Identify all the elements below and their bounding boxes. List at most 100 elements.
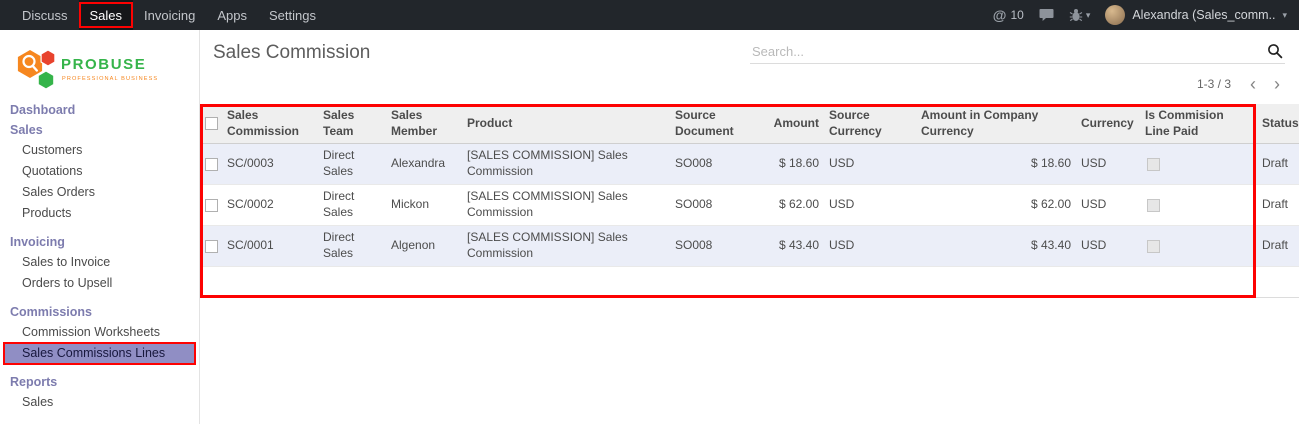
probuse-logo: PROBUSE PROFESSIONAL BUSINESS — [0, 30, 199, 96]
cell-status: Draft — [1250, 144, 1299, 184]
cell-sales-team: Direct Sales — [318, 144, 386, 184]
cell-amount: $ 18.60 — [768, 144, 824, 184]
sidebar-heading-sales[interactable]: Sales — [0, 120, 199, 140]
table-row[interactable]: SC/0001 Direct Sales Algenon [SALES COMM… — [200, 226, 1299, 267]
search-icon[interactable] — [1261, 41, 1285, 62]
cell-sales-commission: SC/0001 — [222, 226, 318, 266]
cell-source-document: SO008 — [670, 226, 768, 266]
cell-amount: $ 62.00 — [768, 185, 824, 225]
main-content: Sales Commission 1-3 / 3 ‹ › Sales Commi… — [200, 30, 1299, 424]
cell-sales-member: Algenon — [386, 226, 462, 266]
cell-source-document: SO008 — [670, 144, 768, 184]
col-source-currency[interactable]: Source Currency — [824, 104, 916, 143]
is-paid-checkbox — [1147, 199, 1160, 212]
bug-icon — [1069, 8, 1083, 22]
pager-previous-button[interactable]: ‹ — [1241, 74, 1265, 94]
col-currency[interactable]: Currency — [1076, 104, 1140, 143]
user-name: Alexandra (Sales_comm.. — [1132, 8, 1275, 22]
col-sales-team[interactable]: Sales Team — [318, 104, 386, 143]
menu-sales[interactable]: Sales — [79, 0, 134, 30]
row-select-checkbox[interactable] — [205, 240, 218, 253]
table-row[interactable]: SC/0002 Direct Sales Mickon [SALES COMMI… — [200, 185, 1299, 226]
cell-sales-member: Mickon — [386, 185, 462, 225]
logo-title: PROBUSE — [61, 56, 146, 73]
table-row[interactable]: SC/0003 Direct Sales Alexandra [SALES CO… — [200, 144, 1299, 185]
cell-source-document: SO008 — [670, 185, 768, 225]
app-menu-bar: Discuss Sales Invoicing Apps Settings — [0, 0, 327, 30]
sidebar-nav: Dashboard Sales Customers Quotations Sal… — [0, 96, 199, 413]
col-amount[interactable]: Amount — [768, 104, 824, 143]
logo-subtitle: PROFESSIONAL BUSINESS — [62, 76, 158, 82]
top-navbar: Discuss Sales Invoicing Apps Settings @ … — [0, 0, 1299, 30]
sidebar-item-sales-commissions-lines[interactable]: Sales Commissions Lines — [3, 343, 196, 364]
sidebar-heading-dashboard[interactable]: Dashboard — [0, 100, 199, 120]
table-header-row: Sales Commission Sales Team Sales Member… — [200, 104, 1299, 144]
sidebar-item-customers[interactable]: Customers — [3, 140, 196, 161]
sidebar-heading-reports[interactable]: Reports — [0, 372, 199, 392]
cell-source-currency: USD — [824, 185, 916, 225]
sidebar-heading-commissions[interactable]: Commissions — [0, 302, 199, 322]
col-source-document[interactable]: Source Document — [670, 104, 768, 143]
is-paid-checkbox — [1147, 158, 1160, 171]
cell-amount-company-currency: $ 18.60 — [916, 144, 1076, 184]
sidebar-item-quotations[interactable]: Quotations — [3, 161, 196, 182]
cell-sales-member: Alexandra — [386, 144, 462, 184]
cell-amount-company-currency: $ 62.00 — [916, 185, 1076, 225]
chat-icon[interactable] — [1039, 8, 1054, 22]
select-all-checkbox[interactable] — [205, 117, 218, 130]
sidebar-item-orders-to-upsell[interactable]: Orders to Upsell — [3, 273, 196, 294]
debug-menu[interactable]: ▾ — [1069, 8, 1091, 22]
search-input[interactable] — [750, 40, 1261, 63]
table-empty-area — [200, 267, 1299, 298]
page-title: Sales Commission — [213, 42, 370, 64]
pager-next-button[interactable]: › — [1265, 74, 1289, 94]
search-bar — [750, 40, 1285, 64]
pager-range: 1-3 / 3 — [1197, 77, 1231, 91]
col-is-commission-line-paid[interactable]: Is Commision Line Paid — [1140, 104, 1250, 143]
cell-currency: USD — [1076, 226, 1140, 266]
menu-invoicing[interactable]: Invoicing — [133, 0, 206, 30]
sidebar-item-sales-to-invoice[interactable]: Sales to Invoice — [3, 252, 196, 273]
cell-product: [SALES COMMISSION] Sales Commission — [462, 226, 670, 266]
cell-sales-team: Direct Sales — [318, 185, 386, 225]
menu-discuss[interactable]: Discuss — [11, 0, 79, 30]
sidebar-item-reports-sales[interactable]: Sales — [3, 392, 196, 413]
cell-status: Draft — [1250, 226, 1299, 266]
sidebar-heading-invoicing[interactable]: Invoicing — [0, 232, 199, 252]
col-amount-company-currency[interactable]: Amount in Company Currency — [916, 104, 1076, 143]
cell-currency: USD — [1076, 144, 1140, 184]
cell-sales-commission: SC/0002 — [222, 185, 318, 225]
at-icon: @ — [993, 7, 1007, 23]
avatar — [1105, 5, 1125, 25]
cell-currency: USD — [1076, 185, 1140, 225]
sidebar-item-commission-worksheets[interactable]: Commission Worksheets — [3, 322, 196, 343]
sidebar-item-products[interactable]: Products — [3, 203, 196, 224]
col-sales-member[interactable]: Sales Member — [386, 104, 462, 143]
sidebar: PROBUSE PROFESSIONAL BUSINESS Dashboard … — [0, 30, 200, 424]
cell-sales-commission: SC/0003 — [222, 144, 318, 184]
cell-source-currency: USD — [824, 226, 916, 266]
menu-apps[interactable]: Apps — [206, 0, 258, 30]
cell-status: Draft — [1250, 185, 1299, 225]
cell-product: [SALES COMMISSION] Sales Commission — [462, 144, 670, 184]
col-product[interactable]: Product — [462, 104, 670, 143]
cell-product: [SALES COMMISSION] Sales Commission — [462, 185, 670, 225]
menu-settings[interactable]: Settings — [258, 0, 327, 30]
col-sales-commission[interactable]: Sales Commission — [222, 104, 318, 143]
cell-amount-company-currency: $ 43.40 — [916, 226, 1076, 266]
cell-source-currency: USD — [824, 144, 916, 184]
col-status[interactable]: Status — [1250, 104, 1299, 143]
topbar-systray: @ 10 ▾ Alexandra (Sales_comm.. ▾ — [993, 0, 1299, 30]
mention-counter[interactable]: @ 10 — [993, 7, 1024, 23]
probuse-logo-graphic: PROBUSE PROFESSIONAL BUSINESS — [8, 42, 190, 94]
row-select-checkbox[interactable] — [205, 158, 218, 171]
chat-bubble-icon — [1039, 8, 1054, 22]
caret-down-icon: ▾ — [1282, 10, 1287, 21]
row-select-checkbox[interactable] — [205, 199, 218, 212]
sidebar-item-sales-orders[interactable]: Sales Orders — [3, 182, 196, 203]
cell-sales-team: Direct Sales — [318, 226, 386, 266]
is-paid-checkbox — [1147, 240, 1160, 253]
user-menu[interactable]: Alexandra (Sales_comm.. ▾ — [1105, 5, 1287, 25]
control-panel: Sales Commission 1-3 / 3 ‹ › — [200, 30, 1299, 104]
pager: 1-3 / 3 ‹ › — [1197, 74, 1289, 94]
